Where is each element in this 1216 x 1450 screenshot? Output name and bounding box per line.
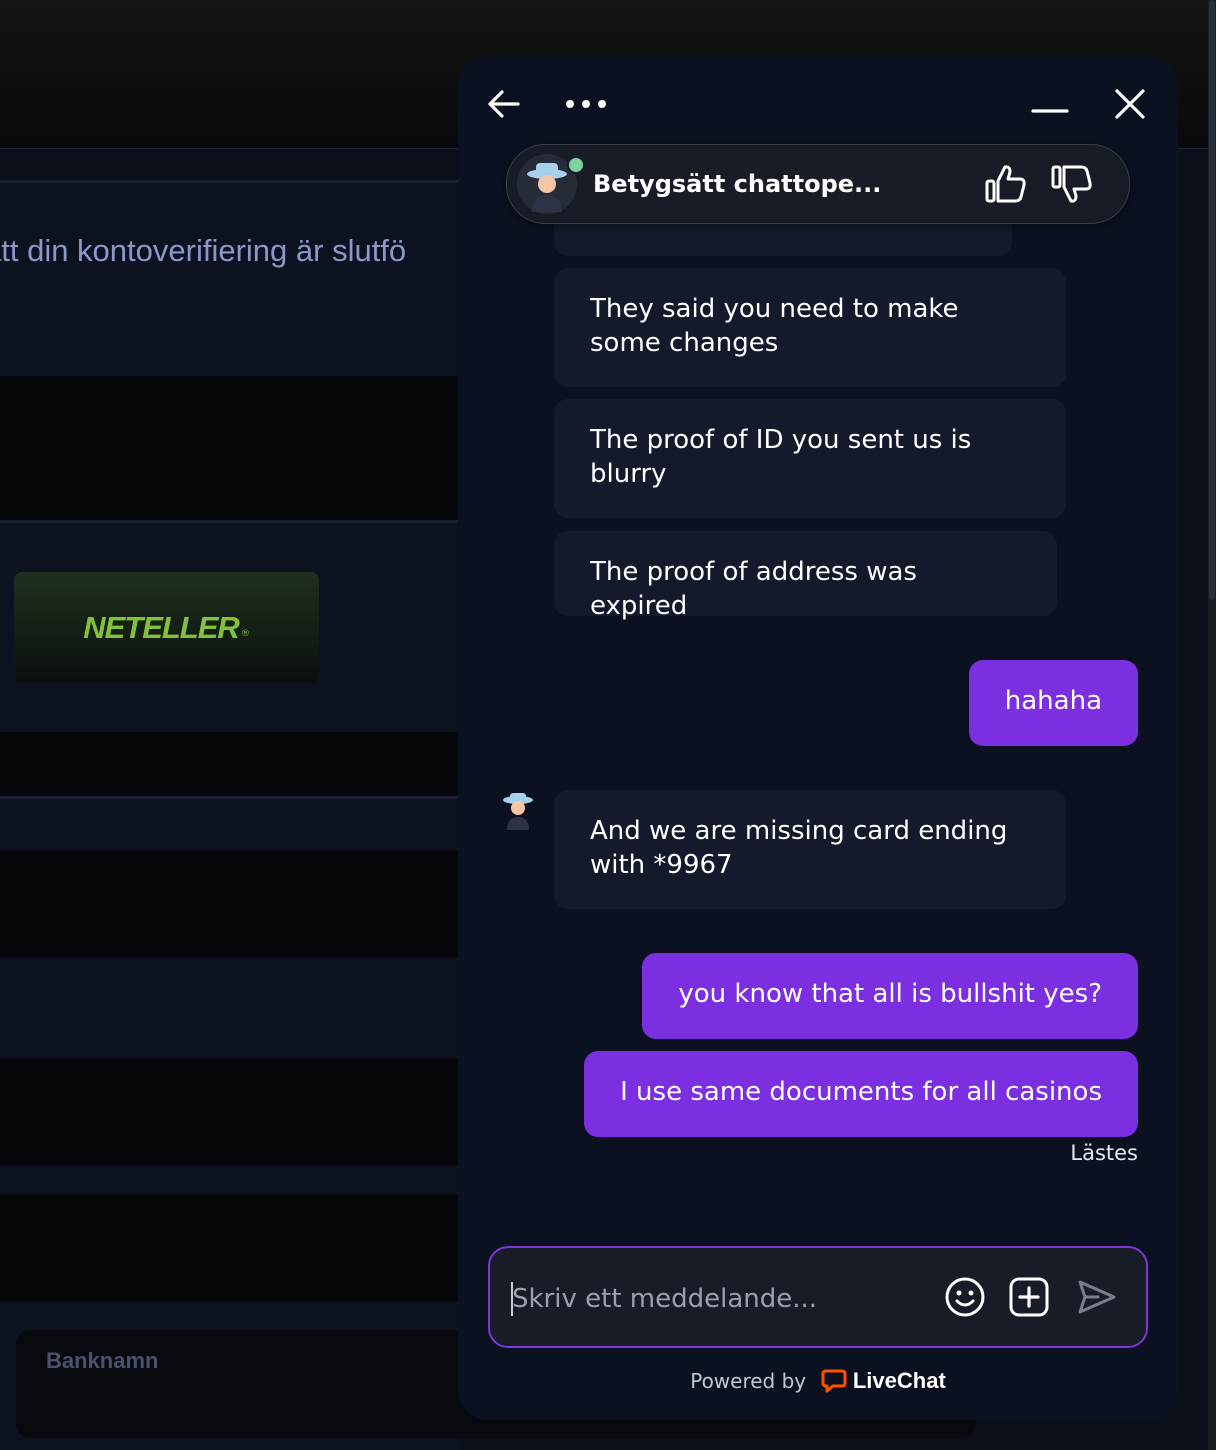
rating-bar: Betygsätt chattope...: [506, 144, 1130, 224]
message-text: The proof of ID you sent us is blurry: [590, 425, 972, 489]
bank-name-label: Banknamn: [46, 1348, 159, 1373]
page-band: [0, 850, 460, 958]
read-receipt: Lästes: [1070, 1141, 1138, 1165]
message-bubble-agent: The proof of address was expired: [554, 531, 1057, 621]
message-bubble-agent: The proof of ID you sent us is blurry: [554, 399, 1066, 518]
minimize-button[interactable]: [1028, 96, 1072, 126]
message-bubble-agent: They said you need to make some changes: [554, 268, 1066, 387]
powered-by-footer: Powered by LiveChat: [458, 1368, 1178, 1394]
page-band: [0, 796, 460, 853]
more-dots-icon: [566, 100, 606, 108]
message-text: They said you need to make some changes: [590, 294, 959, 358]
minimize-icon: [1031, 109, 1069, 113]
agent-avatar-icon: [503, 793, 533, 830]
message-bubble-user: you know that all is bullshit yes?: [642, 953, 1138, 1039]
message-text: I use same documents for all casinos: [620, 1077, 1102, 1107]
neteller-logo: NETELLER: [83, 609, 240, 645]
page-band: [0, 958, 460, 1058]
agent-avatar: [498, 790, 538, 830]
thumbs-down-button[interactable]: [1049, 161, 1095, 207]
page-band: [0, 1166, 460, 1194]
livechat-logo-icon: [821, 1369, 846, 1393]
rating-title: Betygsätt chattope...: [593, 170, 882, 198]
thumbs-up-icon: [985, 165, 1026, 203]
page-scrollbar[interactable]: [1208, 0, 1216, 1450]
message-bubble-user: hahaha: [968, 660, 1138, 746]
verification-notice: att din kontoverifiering är slutfö: [0, 233, 407, 268]
page-band: [0, 376, 460, 520]
livechat-brand-link[interactable]: LiveChat: [853, 1368, 946, 1393]
neteller-payment-option[interactable]: NETELLER ®: [14, 572, 319, 683]
powered-by-label: Powered by: [690, 1369, 807, 1393]
page-band: [0, 1194, 460, 1302]
page-band: [0, 1058, 460, 1166]
online-status-dot: [567, 156, 585, 174]
message-text: hahaha: [1004, 686, 1102, 716]
thumbs-down-icon: [1051, 165, 1092, 203]
close-icon: [1115, 89, 1145, 119]
message-bubble-agent: And we are missing card ending with *996…: [554, 790, 1066, 909]
thumbs-up-button[interactable]: [983, 161, 1029, 207]
agent-avatar: [517, 154, 585, 214]
emoji-icon: [945, 1277, 985, 1317]
page-scrollbar-thumb[interactable]: [1209, 0, 1215, 600]
message-bubble-user: I use same documents for all casinos: [584, 1051, 1138, 1137]
page-band: [0, 732, 460, 796]
message-text: you know that all is bullshit yes?: [678, 979, 1102, 1009]
send-icon: [1078, 1280, 1116, 1314]
send-button[interactable]: [1074, 1274, 1120, 1320]
message-composer: [488, 1246, 1148, 1348]
attach-button[interactable]: [1006, 1274, 1052, 1320]
text-caret: [511, 1282, 513, 1316]
message-input[interactable]: [510, 1272, 914, 1326]
back-button[interactable]: [484, 84, 524, 124]
message-text: And we are missing card ending with *996…: [590, 816, 1008, 880]
registered-mark: ®: [240, 628, 250, 639]
page-band: [0, 180, 460, 378]
arrow-left-icon: [488, 90, 520, 118]
more-options-button[interactable]: [562, 84, 610, 124]
message-text: The proof of address was expired: [590, 557, 917, 621]
chat-widget: They said you need to make some changes …: [458, 56, 1178, 1420]
emoji-button[interactable]: [942, 1274, 988, 1320]
add-attachment-icon: [1009, 1277, 1049, 1317]
close-button[interactable]: [1110, 84, 1150, 124]
